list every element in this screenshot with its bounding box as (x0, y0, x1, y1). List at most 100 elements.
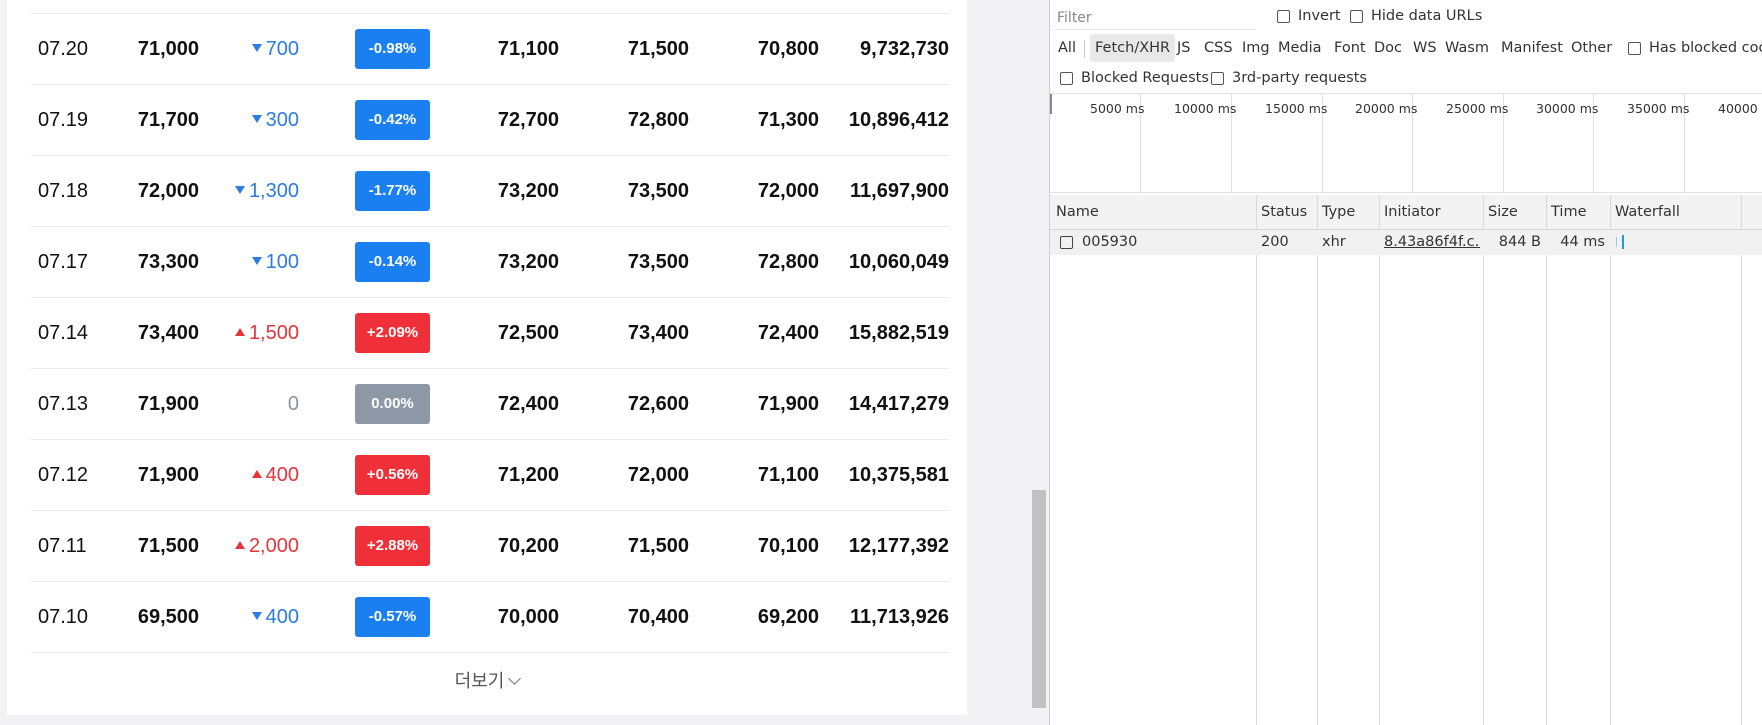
type-filter-manifest[interactable]: Manifest (1501, 34, 1563, 62)
change-value: 300 (265, 109, 299, 131)
close-price-cell: 72,000 (137, 180, 199, 202)
high-price-cell: 70,400 (627, 606, 689, 628)
column-header-initiator[interactable]: Initiator (1384, 195, 1441, 230)
change-value: 2,000 (248, 535, 299, 557)
third-party-checkbox[interactable]: 3rd-party requests (1211, 70, 1367, 86)
request-initiator-link[interactable]: 8.43a86f4f.c... (1384, 230, 1480, 255)
request-file-icon (1060, 236, 1073, 249)
volume-cell: 15,882,519 (848, 322, 949, 344)
percent-change-badge: -0.42% (355, 100, 430, 140)
volume-cell: 14,417,279 (848, 393, 949, 415)
low-price-cell: 71,900 (757, 393, 819, 415)
timeline-label: 10000 ms (1174, 101, 1237, 116)
close-price-cell: 71,500 (137, 535, 199, 557)
type-filter-font[interactable]: Font (1334, 34, 1366, 62)
page-scrollbar-thumb[interactable] (1032, 490, 1046, 708)
daily-price-panel: 07.20 71,000 700 -0.98% 71,100 71,500 70,800 9,… (7, 0, 967, 715)
low-price-cell: 72,400 (757, 322, 819, 344)
filter-input[interactable] (1054, 6, 1256, 30)
date-cell: 07.10 (38, 606, 89, 628)
type-filter-wasm[interactable]: Wasm (1445, 34, 1489, 62)
has-blocked-cookies-checkbox[interactable]: Has blocked cookies (1628, 40, 1762, 56)
type-filter-other[interactable]: Other (1571, 34, 1612, 62)
low-price-cell: 70,100 (757, 535, 819, 557)
type-filter-media[interactable]: Media (1278, 34, 1322, 62)
table-row: 07.14 73,400 1,500 +2.09% 72,500 73,400 72,400… (31, 298, 949, 369)
open-price-cell: 70,000 (497, 606, 559, 628)
checkbox-box[interactable] (1211, 71, 1224, 85)
screen: 07.20 71,000 700 -0.98% 71,100 71,500 70,800 9,… (0, 0, 1762, 725)
close-price-cell: 69,500 (137, 606, 199, 628)
waterfall-download-bar (1622, 235, 1624, 249)
volume-cell: 10,375,581 (848, 464, 949, 486)
table-row: 07.19 71,700 300 -0.42% 72,700 72,800 71,300 10… (31, 85, 949, 156)
devtools-network-panel: Invert Hide data URLs All Fetch/XHR JS C… (1049, 0, 1762, 725)
close-price-cell: 71,700 (137, 109, 199, 131)
has-blocked-cookies-label: Has blocked cookies (1649, 40, 1762, 56)
triangle-down-icon (234, 185, 245, 194)
more-button-label: 더보기 (454, 671, 505, 691)
percent-change-badge: +2.88% (355, 526, 430, 566)
low-price-cell: 72,000 (757, 180, 819, 202)
type-filter-ws[interactable]: WS (1413, 34, 1437, 62)
type-filter-img[interactable]: Img (1242, 34, 1270, 62)
high-price-cell: 72,000 (627, 464, 689, 486)
network-overview-timeline[interactable]: 5000 ms 10000 ms 15000 ms 20000 ms 25000… (1050, 93, 1762, 194)
type-filter-css[interactable]: CSS (1204, 34, 1233, 62)
percent-change-badge: +2.09% (355, 313, 430, 353)
column-header-time[interactable]: Time (1551, 195, 1587, 230)
column-header-name[interactable]: Name (1056, 195, 1099, 230)
change-cell: 0 (288, 369, 299, 440)
change-value: 1,300 (248, 180, 299, 202)
low-price-cell: 72,800 (757, 251, 819, 273)
close-price-cell: 71,000 (137, 38, 199, 60)
column-divider[interactable] (1317, 195, 1318, 725)
table-row: 07.12 71,900 400 +0.56% 71,200 72,000 71,100 10… (31, 440, 949, 511)
column-divider[interactable] (1546, 195, 1547, 725)
date-cell: 07.11 (38, 535, 87, 557)
type-filter-js[interactable]: JS (1177, 34, 1190, 62)
change-cell: 1,300 (234, 156, 299, 227)
column-divider[interactable] (1256, 195, 1257, 725)
close-price-cell: 73,400 (137, 322, 199, 344)
open-price-cell: 73,200 (497, 251, 559, 273)
date-cell: 07.18 (38, 180, 89, 202)
type-filter-fetch-xhr[interactable]: Fetch/XHR (1090, 34, 1176, 62)
column-divider[interactable] (1379, 195, 1380, 725)
column-divider[interactable] (1610, 195, 1611, 725)
column-header-type[interactable]: Type (1322, 195, 1355, 230)
blocked-requests-checkbox[interactable]: Blocked Requests (1060, 70, 1209, 86)
column-header-waterfall[interactable]: Waterfall (1615, 195, 1680, 230)
column-header-status[interactable]: Status (1261, 195, 1307, 230)
request-type: xhr (1322, 234, 1346, 250)
high-price-cell: 73,500 (627, 180, 689, 202)
checkbox-box[interactable] (1628, 41, 1641, 55)
column-divider[interactable] (1483, 195, 1484, 725)
invert-checkbox[interactable]: Invert (1277, 8, 1341, 24)
checkbox-box[interactable] (1350, 9, 1363, 23)
checkbox-box[interactable] (1277, 9, 1290, 23)
triangle-down-icon (251, 43, 262, 52)
change-cell: 700 (251, 14, 299, 85)
checkbox-box[interactable] (1060, 71, 1073, 85)
change-cell: 300 (251, 85, 299, 156)
low-price-cell: 71,300 (757, 109, 819, 131)
change-cell: 100 (251, 227, 299, 298)
high-price-cell: 72,600 (627, 393, 689, 415)
request-name[interactable]: 005930 (1082, 230, 1252, 255)
request-table-header: Name Status Type Initiator Size Time Wat… (1050, 195, 1762, 230)
more-button[interactable]: 더보기 (7, 667, 967, 693)
request-row[interactable]: 005930 200 xhr 8.43a86f4f.c... 844 B 44 … (1050, 230, 1762, 255)
column-header-size[interactable]: Size (1488, 195, 1518, 230)
request-status: 200 (1261, 234, 1289, 250)
waterfall-wait-bar (1616, 237, 1617, 247)
triangle-up-icon (251, 469, 262, 478)
table-row: 07.17 73,300 100 -0.14% 73,200 73,500 72,800 10… (31, 227, 949, 298)
hide-data-urls-checkbox[interactable]: Hide data URLs (1350, 8, 1482, 24)
column-divider[interactable] (1741, 195, 1742, 725)
type-filter-all[interactable]: All (1058, 34, 1076, 62)
triangle-up-icon (234, 327, 245, 336)
triangle-down-icon (251, 611, 262, 620)
type-filter-doc[interactable]: Doc (1374, 34, 1402, 62)
low-price-cell: 70,800 (757, 38, 819, 60)
